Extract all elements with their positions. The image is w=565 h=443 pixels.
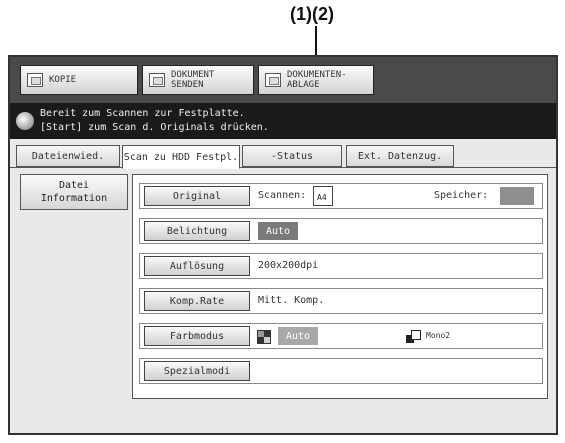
tab-status[interactable]: -Status bbox=[242, 145, 342, 167]
exposure-value: Auto bbox=[258, 222, 298, 240]
settings-row-compression: Komp.Rate Mitt. Komp. bbox=[139, 288, 543, 314]
mode-bar: KOPIE DOKUMENT SENDEN DOKUMENTEN- ABLAGE bbox=[10, 57, 556, 103]
exposure-button[interactable]: Belichtung bbox=[144, 221, 250, 241]
file-information-button[interactable]: Datei Information bbox=[20, 174, 128, 210]
tab-retrieve[interactable]: Dateienwied. bbox=[16, 145, 120, 167]
document-filing-icon bbox=[265, 73, 281, 87]
resolution-value: 200x200dpi bbox=[258, 260, 319, 271]
original-button[interactable]: Original bbox=[144, 186, 250, 206]
color-mode-value: Auto bbox=[278, 327, 318, 345]
special-modes-button[interactable]: Spezialmodi bbox=[144, 361, 250, 381]
settings-row-original: Original Scannen: A4 Speicher: bbox=[139, 183, 543, 209]
callout-label: (1)(2) bbox=[290, 4, 334, 24]
tab-external-data[interactable]: Ext. Datenzug. bbox=[346, 145, 454, 167]
scan-label: Scannen: bbox=[258, 190, 307, 201]
mode-send-button[interactable]: DOKUMENT SENDEN bbox=[142, 65, 254, 95]
status-icon bbox=[16, 112, 34, 130]
mode-copy-button[interactable]: KOPIE bbox=[20, 65, 138, 95]
tab-scan-to-hdd[interactable]: Scan zu HDD Festpl. bbox=[122, 145, 240, 169]
mono-mode-icon bbox=[406, 330, 421, 344]
settings-row-color-mode: Farbmodus Auto Mono2 bbox=[139, 323, 543, 349]
compression-button[interactable]: Komp.Rate bbox=[144, 291, 250, 311]
compression-value: Mitt. Komp. bbox=[258, 295, 325, 306]
tab-divider bbox=[10, 167, 556, 168]
message-line-1: Bereit zum Scannen zur Festplatte. bbox=[40, 108, 245, 119]
mode-filing-button[interactable]: DOKUMENTEN- ABLAGE bbox=[258, 65, 374, 95]
resolution-button[interactable]: Auflösung bbox=[144, 256, 250, 276]
settings-panel: Original Scannen: A4 Speicher: Belichtun… bbox=[132, 174, 548, 399]
send-document-icon bbox=[149, 73, 165, 87]
paper-size-icon: A4 bbox=[313, 186, 333, 206]
touch-panel-screen: KOPIE DOKUMENT SENDEN DOKUMENTEN- ABLAGE… bbox=[8, 55, 558, 435]
memory-label: Speicher: bbox=[434, 190, 489, 201]
settings-row-special: Spezialmodi bbox=[139, 358, 543, 384]
settings-row-resolution: Auflösung 200x200dpi bbox=[139, 253, 543, 279]
color-mode-icon bbox=[257, 330, 271, 344]
settings-row-exposure: Belichtung Auto bbox=[139, 218, 543, 244]
copy-icon bbox=[27, 73, 43, 87]
message-bar: Bereit zum Scannen zur Festplatte. [Star… bbox=[10, 103, 556, 139]
paper-size-value: A4 bbox=[317, 193, 327, 202]
color-mode-button[interactable]: Farbmodus bbox=[144, 326, 250, 346]
memory-indicator bbox=[500, 187, 534, 205]
message-line-2: [Start] zum Scan d. Originals drücken. bbox=[40, 122, 269, 133]
mono-mode-value: Mono2 bbox=[426, 331, 451, 340]
